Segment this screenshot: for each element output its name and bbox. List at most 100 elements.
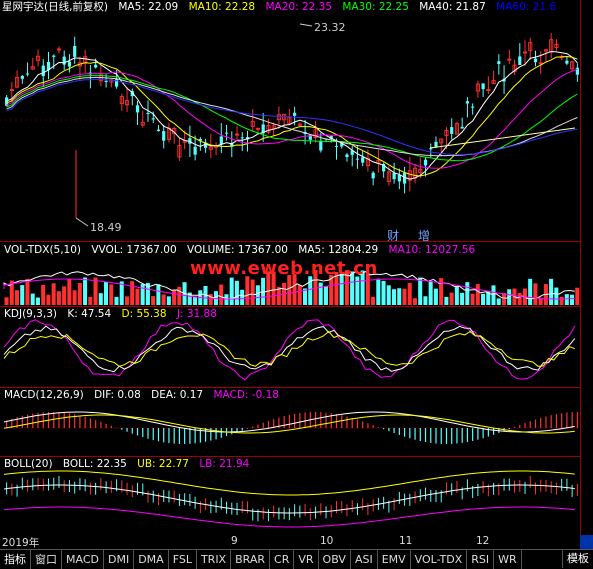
tab-dmi[interactable]: DMI	[104, 550, 135, 569]
tab-cr[interactable]: CR	[270, 550, 295, 569]
date-label-11: 11	[399, 535, 413, 547]
volume-bar	[88, 296, 93, 305]
candle-body	[429, 148, 433, 150]
ma-line	[6, 50, 578, 180]
candle-body	[392, 172, 396, 180]
volume-bar	[161, 294, 166, 305]
candle-body	[224, 132, 229, 134]
tab-obv[interactable]: OBV	[319, 550, 351, 569]
kdj-j-value: J: 31.88	[176, 308, 217, 320]
volume-bar	[418, 277, 423, 305]
scroll-control[interactable]	[580, 535, 593, 549]
candle-body	[355, 158, 360, 160]
tab-trix[interactable]: TRIX	[197, 550, 232, 569]
tab-indicator[interactable]: 指标	[0, 550, 31, 569]
kdj-k-line	[3, 325, 576, 373]
tab-dma[interactable]: DMA	[134, 550, 169, 569]
candle-body	[156, 129, 161, 132]
kdj-panel[interactable]: KDJ(9,3,3) K: 47.54 D: 55.38 J: 31.88	[0, 307, 593, 387]
candle-body	[146, 112, 150, 114]
candle-body	[345, 154, 349, 158]
vol-ma10-value: MA10: 12027.56	[388, 244, 476, 256]
volume-bar	[245, 276, 250, 305]
volume-bar	[30, 293, 35, 305]
vol-indicator-title: VOL-TDX(5,10)	[4, 244, 82, 256]
stock-title: 星网宇达(日线,前复权)	[2, 1, 109, 13]
low-price-label: 18.49	[90, 221, 122, 234]
date-axis: 2019年 9 10 11 12	[0, 535, 580, 549]
volume-bar	[481, 293, 486, 305]
candle-body	[334, 145, 339, 147]
volume-bar	[287, 274, 292, 305]
boll-header: BOLL(20) BOLL: 22.35 UB: 22.77 LB: 21.94	[4, 457, 256, 471]
candle-body	[565, 60, 569, 64]
volume-bar	[41, 284, 46, 305]
vvol-value: VVOL: 17367.00	[91, 244, 177, 256]
volume-bar	[93, 277, 98, 305]
volume-bar	[559, 296, 564, 305]
candle-body	[104, 80, 108, 82]
volume-bar	[397, 288, 402, 305]
volume-bar	[433, 288, 438, 305]
volume-bar	[575, 287, 580, 305]
candle-body	[533, 58, 538, 63]
candle-body	[67, 61, 72, 67]
candle-body	[471, 106, 475, 108]
candlestick-chart[interactable]	[0, 0, 580, 240]
tab-window[interactable]: 窗口	[31, 550, 62, 569]
candle-body	[219, 136, 223, 145]
volume-bar	[496, 298, 501, 305]
kdj-d-value: D: 55.38	[121, 308, 167, 320]
tab-vol-tdx[interactable]: VOL-TDX	[411, 550, 468, 569]
tab-fsl[interactable]: FSL	[169, 550, 197, 569]
volume-bar	[465, 282, 470, 305]
tab-wr[interactable]: WR	[494, 550, 522, 569]
price-chart-panel[interactable]: 星网宇达(日线,前复权) MA5: 22.09 MA10: 22.28 MA20…	[0, 0, 593, 243]
macd-dif-value: DIF: 0.08	[94, 389, 141, 401]
ma20-label: MA20: 22.35	[265, 1, 333, 13]
volume-bar	[20, 285, 25, 305]
volume-bar	[151, 296, 156, 305]
macd-panel[interactable]: MACD(12,26,9) DIF: 0.08 DEA: 0.17 MACD: …	[0, 388, 593, 456]
volume-bar	[156, 284, 161, 305]
volume-bar	[549, 278, 554, 305]
volume-panel[interactable]: VOL-TDX(5,10) VVOL: 17367.00 VOLUME: 173…	[0, 242, 593, 306]
tab-asi[interactable]: ASI	[351, 550, 378, 569]
boll-panel[interactable]: BOLL(20) BOLL: 22.35 UB: 22.77 LB: 21.94	[0, 457, 593, 535]
volume-bar	[501, 293, 506, 305]
volume-bar	[444, 296, 449, 305]
candle-body	[52, 55, 56, 57]
volume-bar	[250, 279, 255, 305]
ma5-label: MA5: 22.09	[118, 1, 179, 13]
volume-bar	[386, 285, 391, 305]
volume-bar	[130, 281, 135, 305]
volume-bar	[109, 284, 114, 305]
price-chart-header: 星网宇达(日线,前复权) MA5: 22.09 MA10: 22.28 MA20…	[2, 0, 563, 14]
tab-emv[interactable]: EMV	[378, 550, 411, 569]
macd-dea-value: DEA: 0.17	[151, 389, 204, 401]
volume-bar	[381, 280, 386, 305]
candle-body	[73, 45, 77, 57]
macd-title: MACD(12,26,9)	[4, 389, 84, 401]
watermark-text: www.eweb.net.cn	[190, 258, 378, 279]
macd-header: MACD(12,26,9) DIF: 0.08 DEA: 0.17 MACD: …	[4, 388, 286, 402]
volume-bar	[528, 278, 533, 305]
volume-bar	[135, 288, 140, 305]
boll-mid-value: BOLL: 22.35	[62, 458, 127, 470]
tab-brar[interactable]: BRAR	[231, 550, 271, 569]
date-label-2019: 2019年	[2, 537, 40, 549]
volume-bar	[564, 294, 569, 305]
tab-vr[interactable]: VR	[294, 550, 319, 569]
ma10-label: MA10: 22.28	[188, 1, 256, 13]
candle-body	[460, 126, 464, 129]
volume-bar	[323, 285, 328, 305]
candle-body	[497, 61, 501, 64]
volume-bar	[25, 278, 30, 305]
boll-lb-value: LB: 21.94	[199, 458, 250, 470]
tab-rsi[interactable]: RSI	[467, 550, 495, 569]
tab-macd[interactable]: MACD	[62, 550, 104, 569]
volume-bar	[423, 296, 428, 305]
template-button[interactable]: 模板	[562, 549, 593, 568]
candle-body	[62, 56, 66, 65]
volume-bar	[376, 278, 381, 305]
